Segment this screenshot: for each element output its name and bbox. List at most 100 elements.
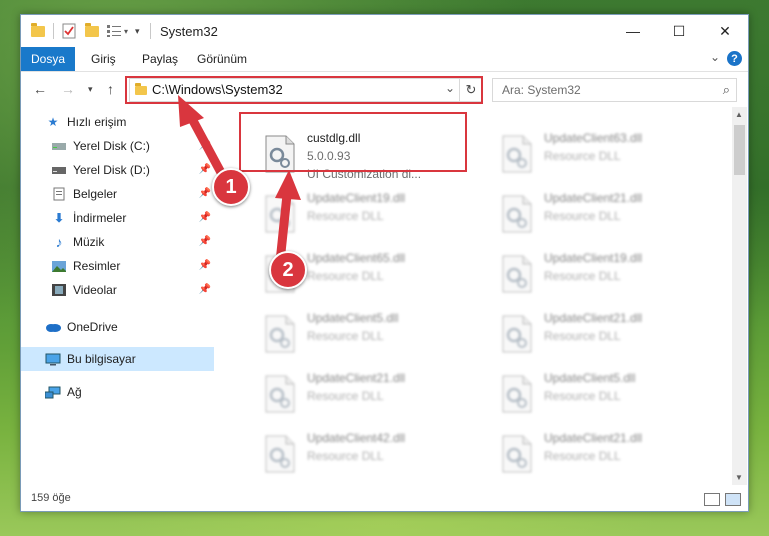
new-folder-button[interactable] <box>85 22 99 39</box>
tab-view[interactable]: Görünüm <box>197 52 247 66</box>
sidebar-item-label: Ağ <box>67 385 82 399</box>
search-box[interactable]: Ara: System32 ⌕ <box>492 78 737 102</box>
pin-icon: 📌 <box>198 164 211 175</box>
file-tile[interactable]: UpdateClient42.dll Resource DLL <box>260 427 484 483</box>
sidebar-item-label: Müzik <box>73 235 105 249</box>
sidebar-item-pictures[interactable]: Resimler 📌 <box>21 254 214 278</box>
pin-icon: 📌 <box>198 260 211 271</box>
file-tile[interactable]: UpdateClient21.dll Resource DLL <box>497 187 721 243</box>
sidebar-item-local-disk-d[interactable]: Yerel Disk (D:) 📌 <box>21 158 214 182</box>
pictures-icon <box>51 259 67 273</box>
file-tile[interactable]: UpdateClient63.dll Resource DLL <box>497 127 721 183</box>
file-tile[interactable]: UpdateClient21.dll Resource DLL <box>497 307 721 363</box>
dll-file-icon <box>502 375 532 413</box>
sidebar-item-onedrive[interactable]: OneDrive <box>21 315 214 339</box>
tab-home[interactable]: Giriş <box>91 52 116 66</box>
dropdown-arrow-icon: ▾ <box>135 25 140 36</box>
item-count: 159 öğe <box>31 492 71 504</box>
music-icon: ♪ <box>55 234 63 250</box>
file-name: UpdateClient63.dll <box>544 131 643 145</box>
status-bar: 159 öğe <box>21 487 748 511</box>
sidebar-item-documents[interactable]: Belgeler 📌 <box>21 182 214 206</box>
file-type: Resource DLL <box>544 449 621 463</box>
pin-icon: 📌 <box>198 212 211 223</box>
drive-icon <box>51 139 67 153</box>
details-view-icon[interactable] <box>704 493 720 506</box>
star-icon: ★ <box>47 115 59 129</box>
pin-icon: 📌 <box>198 188 211 199</box>
help-icon[interactable]: ? <box>727 51 742 66</box>
back-arrow-icon[interactable]: ← <box>33 81 47 97</box>
navigation-pane: ★ Hızlı erişim Yerel Disk (C:) 📌 Yerel D… <box>21 107 214 487</box>
sidebar-item-network[interactable]: Ağ <box>21 380 214 404</box>
forward-arrow-icon[interactable]: → <box>61 81 75 97</box>
tab-file[interactable]: Dosya <box>21 47 75 71</box>
file-tile[interactable]: UpdateClient5.dll Resource DLL <box>260 307 484 363</box>
step-badge-2: 2 <box>269 251 307 289</box>
list-view-icon <box>107 25 121 37</box>
sidebar-item-this-pc[interactable]: Bu bilgisayar <box>21 347 214 371</box>
minimize-button[interactable]: — <box>610 15 656 47</box>
file-tile[interactable]: UpdateClient19.dll Resource DLL <box>260 187 484 243</box>
sidebar-item-local-disk-c[interactable]: Yerel Disk (C:) 📌 <box>21 134 214 158</box>
tab-share[interactable]: Paylaş <box>142 52 178 66</box>
toolbar-separator <box>53 23 54 39</box>
documents-icon <box>51 187 67 201</box>
file-name: UpdateClient21.dll <box>544 431 643 445</box>
sidebar-item-label: Videolar <box>73 283 117 297</box>
pin-icon: 📌 <box>198 140 211 151</box>
file-type: Resource DLL <box>544 269 621 283</box>
tiles-view-icon[interactable] <box>725 493 741 506</box>
chevron-down-icon: ▾ <box>124 26 129 36</box>
up-arrow-icon[interactable]: ↑ <box>107 81 114 97</box>
title-bar: ▾ ▾ System32 — ☐ ✕ <box>21 15 748 47</box>
sidebar-item-label: Yerel Disk (D:) <box>73 163 150 177</box>
expand-ribbon-icon[interactable]: ⌄ <box>710 50 720 64</box>
sidebar-item-label: Bu bilgisayar <box>67 352 136 366</box>
file-type: Resource DLL <box>544 389 621 403</box>
dll-file-icon <box>502 255 532 293</box>
recent-locations-icon[interactable]: ▾ <box>88 84 93 95</box>
address-highlight-box <box>125 76 483 104</box>
close-button[interactable]: ✕ <box>702 15 748 47</box>
dll-file-icon <box>265 375 295 413</box>
file-tile[interactable]: UpdateClient19.dll Resource DLL <box>497 247 721 303</box>
file-name: UpdateClient21.dll <box>544 311 643 325</box>
file-tile[interactable]: UpdateClient21.dll Resource DLL <box>497 427 721 483</box>
file-type: Resource DLL <box>307 449 384 463</box>
videos-icon <box>51 283 67 297</box>
dll-file-icon <box>502 135 532 173</box>
vertical-scrollbar[interactable]: ▲ ▼ <box>732 107 747 485</box>
sidebar-item-music[interactable]: ♪ Müzik 📌 <box>21 230 214 254</box>
sidebar-item-quick-access[interactable]: ★ Hızlı erişim <box>21 110 214 134</box>
ribbon-tabs: Dosya Giriş Paylaş Görünüm ⌄ ? <box>21 47 748 72</box>
dll-file-icon <box>265 435 295 473</box>
properties-button[interactable] <box>62 23 76 39</box>
file-name: UpdateClient19.dll <box>307 191 406 205</box>
sidebar-item-videos[interactable]: Videolar 📌 <box>21 278 214 302</box>
properties-icon <box>62 23 76 39</box>
quick-access-folder[interactable] <box>31 22 45 39</box>
network-icon <box>45 385 61 399</box>
file-type: Resource DLL <box>544 329 621 343</box>
file-name: UpdateClient5.dll <box>307 311 399 325</box>
customize-toolbar-button[interactable]: ▾ <box>135 23 140 39</box>
view-options-button[interactable]: ▾ <box>106 23 128 39</box>
file-tile[interactable]: UpdateClient5.dll Resource DLL <box>497 367 721 423</box>
dll-file-icon <box>502 435 532 473</box>
dll-file-icon <box>265 195 295 233</box>
sidebar-item-downloads[interactable]: ⬇ İndirmeler 📌 <box>21 206 214 230</box>
scroll-thumb[interactable] <box>734 125 745 175</box>
scroll-up-icon[interactable]: ▲ <box>735 110 743 119</box>
sidebar-item-label: İndirmeler <box>73 211 127 225</box>
file-tile[interactable]: UpdateClient21.dll Resource DLL <box>260 367 484 423</box>
maximize-button[interactable]: ☐ <box>656 15 702 47</box>
scroll-down-icon[interactable]: ▼ <box>735 473 743 482</box>
file-type: Resource DLL <box>544 149 621 163</box>
file-type: Resource DLL <box>307 269 384 283</box>
new-folder-icon <box>85 22 99 37</box>
pin-icon: 📌 <box>198 284 211 295</box>
search-icon: ⌕ <box>722 82 730 97</box>
toolbar-separator <box>150 23 151 39</box>
file-type: Resource DLL <box>307 389 384 403</box>
